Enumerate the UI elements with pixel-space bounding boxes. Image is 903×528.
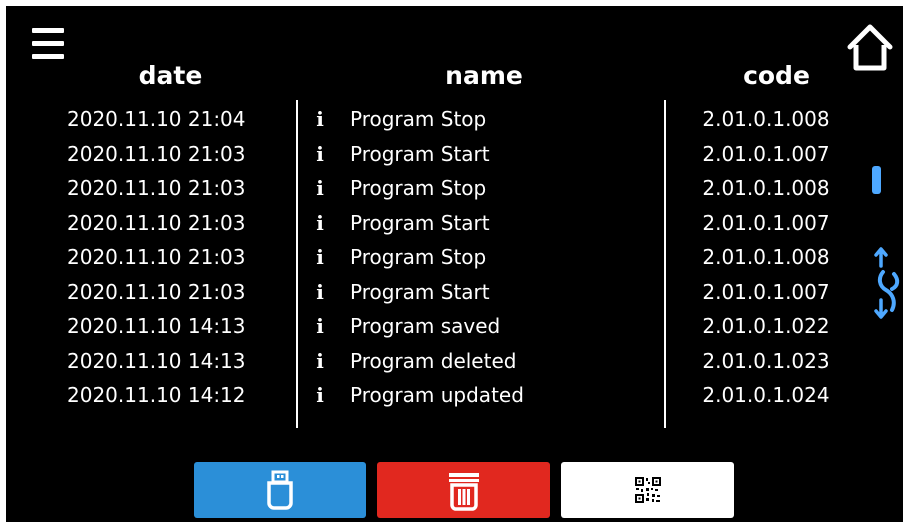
- row-date: 2020.11.10 21:03: [67, 141, 246, 166]
- row-date: 2020.11.10 21:04: [67, 107, 246, 131]
- event-log-table: 2020.11.10 21:04 i Program Stop 2.01.0.1…: [6, 102, 866, 413]
- column-header-date: date: [138, 61, 203, 90]
- table-row[interactable]: 2020.11.10 21:03 i Program Stop 2.01.0.1…: [6, 171, 866, 206]
- row-name: Program Start: [350, 279, 490, 304]
- row-date: 2020.11.10 14:13: [67, 314, 246, 338]
- table-row[interactable]: 2020.11.10 21:03 i Program Stop 2.01.0.1…: [6, 240, 866, 275]
- row-date: 2020.11.10 21:03: [67, 210, 246, 235]
- row-date: 2020.11.10 21:03: [67, 245, 246, 269]
- table-row[interactable]: 2020.11.10 21:03 i Program Start 2.01.0.…: [6, 137, 866, 172]
- table-row[interactable]: 2020.11.10 14:13 i Program deleted 2.01.…: [6, 344, 866, 379]
- usb-export-button[interactable]: [194, 462, 366, 518]
- info-icon: i: [316, 141, 324, 166]
- info-icon: i: [316, 176, 324, 200]
- row-date: 2020.11.10 21:03: [67, 279, 246, 304]
- qr-code-button[interactable]: [561, 462, 734, 518]
- row-code: 2.01.0.1.007: [702, 210, 830, 235]
- column-header-code: code: [743, 61, 810, 90]
- row-name: Program Start: [350, 210, 490, 235]
- row-name: Program updated: [350, 383, 524, 407]
- row-date: 2020.11.10 14:13: [67, 348, 246, 373]
- table-row[interactable]: 2020.11.10 21:03 i Program Start 2.01.0.…: [6, 206, 866, 241]
- table-row[interactable]: 2020.11.10 14:13 i Program saved 2.01.0.…: [6, 309, 866, 344]
- table-row[interactable]: 2020.11.10 14:12 i Program updated 2.01.…: [6, 378, 866, 413]
- info-icon: i: [316, 348, 324, 373]
- row-code: 2.01.0.1.022: [702, 314, 830, 338]
- row-date: 2020.11.10 14:12: [67, 383, 246, 407]
- info-icon: i: [316, 383, 324, 407]
- table-row[interactable]: 2020.11.10 21:04 i Program Stop 2.01.0.1…: [6, 102, 866, 137]
- table-row[interactable]: 2020.11.10 21:03 i Program Start 2.01.0.…: [6, 275, 866, 310]
- row-code: 2.01.0.1.024: [702, 383, 830, 407]
- row-code: 2.01.0.1.008: [702, 107, 830, 131]
- scrollbar-thumb[interactable]: [872, 166, 881, 194]
- usb-drive-icon: [267, 470, 293, 510]
- row-date: 2020.11.10 21:03: [67, 176, 246, 200]
- row-name: Program Stop: [350, 245, 487, 269]
- qr-code-icon: [634, 477, 661, 503]
- info-icon: i: [316, 210, 324, 235]
- row-name: Program deleted: [350, 348, 517, 373]
- info-icon: i: [316, 107, 324, 131]
- column-header-name: name: [445, 61, 523, 90]
- event-log-screen: date name code 2020.11.10 21:04 i Progra…: [6, 6, 903, 522]
- row-code: 2.01.0.1.008: [702, 176, 830, 200]
- info-icon: i: [316, 245, 324, 269]
- scroll-updown-icon[interactable]: [872, 244, 903, 322]
- info-icon: i: [316, 279, 324, 304]
- row-code: 2.01.0.1.008: [702, 245, 830, 269]
- row-name: Program Stop: [350, 176, 487, 200]
- row-code: 2.01.0.1.023: [702, 348, 830, 373]
- info-icon: i: [316, 314, 324, 338]
- row-name: Program Stop: [350, 107, 487, 131]
- trash-icon: [448, 473, 479, 511]
- hamburger-menu-icon[interactable]: [32, 28, 72, 64]
- row-name: Program Start: [350, 141, 490, 166]
- row-code: 2.01.0.1.007: [702, 279, 830, 304]
- row-code: 2.01.0.1.007: [702, 141, 830, 166]
- delete-log-button[interactable]: [377, 462, 550, 518]
- row-name: Program saved: [350, 314, 501, 338]
